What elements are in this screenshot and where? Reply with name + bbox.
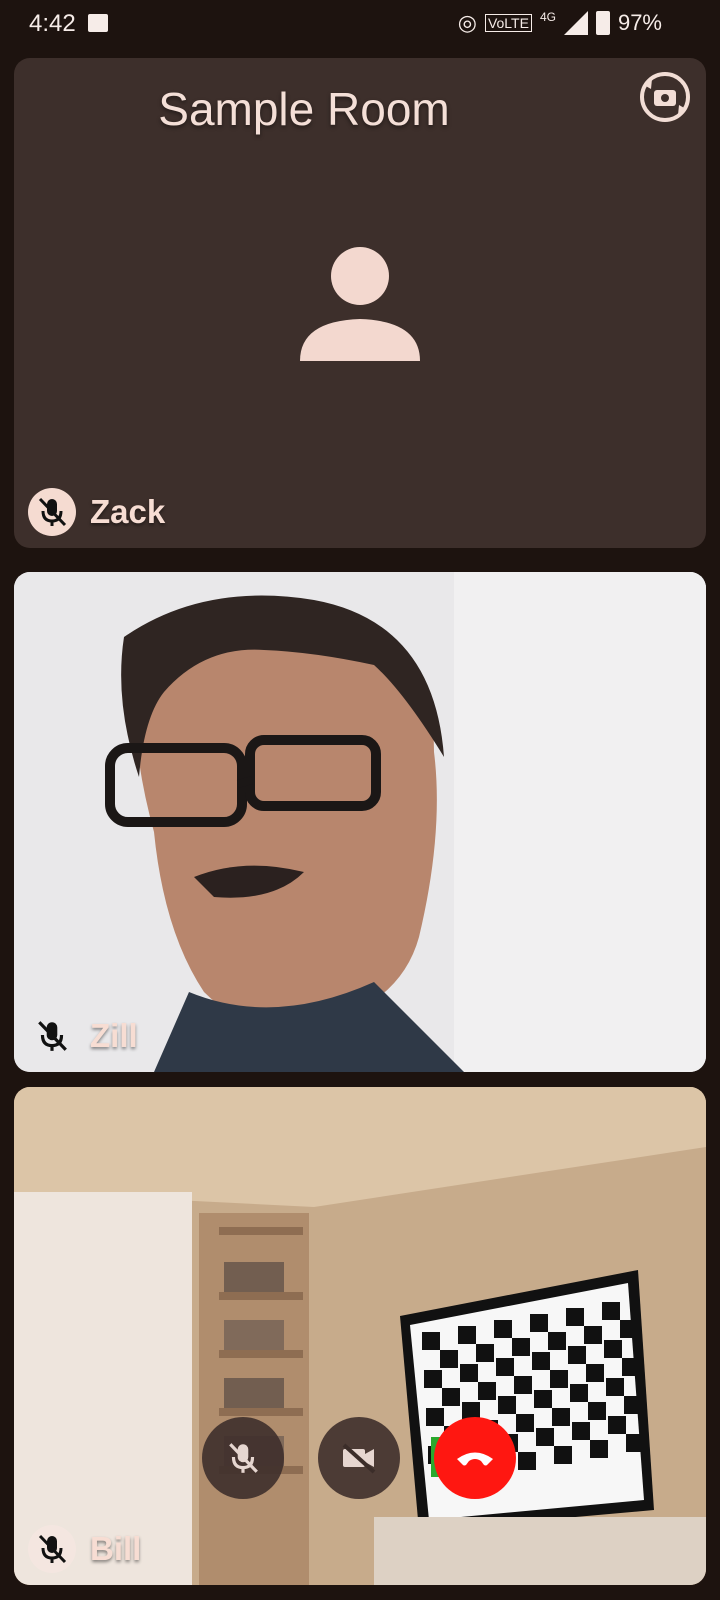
switch-camera-icon bbox=[640, 72, 690, 122]
hotspot-icon: ◎ bbox=[457, 10, 477, 35]
status-bar: 4:42 ◎ VoLTE 4G 97% bbox=[0, 0, 720, 56]
participant-label-bill: Bill bbox=[28, 1525, 141, 1573]
person-avatar-icon bbox=[300, 247, 420, 361]
end-call-button[interactable] bbox=[434, 1417, 516, 1499]
room-title: Sample Room bbox=[158, 83, 450, 135]
participant-label-zack: Zack bbox=[28, 488, 165, 536]
mic-off-badge bbox=[28, 1012, 76, 1060]
battery-icon bbox=[595, 11, 610, 35]
signal-icon bbox=[563, 11, 588, 35]
status-icons: ◎ VoLTE 4G 97% bbox=[458, 10, 662, 36]
mic-off-icon bbox=[38, 1534, 67, 1564]
toggle-camera-button[interactable] bbox=[318, 1417, 400, 1499]
clock: 4:42 bbox=[29, 10, 76, 37]
battery-percent: 97% bbox=[617, 10, 662, 35]
participant-name: Zill bbox=[90, 1017, 138, 1054]
video-feed-bill bbox=[14, 1087, 706, 1585]
phone-hangup-icon bbox=[457, 1452, 493, 1466]
participant-label-zill: Zill bbox=[28, 1012, 138, 1060]
mic-off-icon bbox=[229, 1443, 258, 1473]
message-notification-icon bbox=[88, 14, 108, 32]
mic-off-icon bbox=[38, 497, 67, 527]
participant-name: Zack bbox=[90, 493, 166, 530]
participant-tile-zill[interactable]: Zill bbox=[14, 572, 706, 1072]
mute-microphone-button[interactable] bbox=[202, 1417, 284, 1499]
network-label: 4G bbox=[539, 10, 556, 24]
video-feed-zill bbox=[14, 572, 706, 1072]
mic-off-badge bbox=[28, 488, 76, 536]
switch-camera-button[interactable] bbox=[636, 68, 694, 126]
mic-off-icon bbox=[38, 1021, 67, 1051]
participant-tile-bill[interactable]: Bill bbox=[14, 1087, 706, 1585]
volte-badge: VoLTE bbox=[484, 14, 532, 32]
call-controls bbox=[202, 1417, 522, 1499]
participant-tile-zack[interactable]: Sample Room Zack bbox=[14, 58, 706, 548]
mic-off-badge bbox=[28, 1525, 76, 1573]
video-off-icon bbox=[342, 1443, 376, 1474]
participant-name: Bill bbox=[90, 1530, 142, 1567]
